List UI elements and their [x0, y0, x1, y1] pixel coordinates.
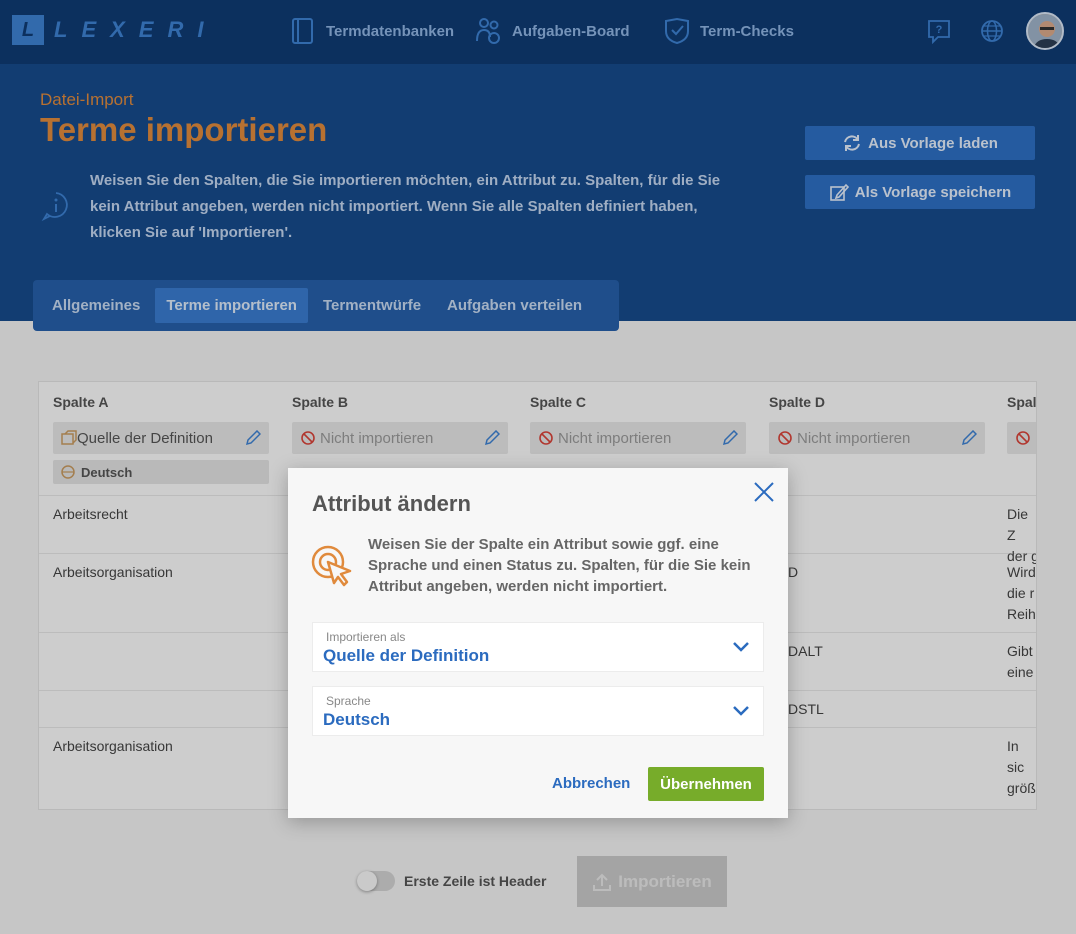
- attribute-dialog: Attribut ändern Weisen Sie der Spalte ei…: [288, 468, 788, 818]
- dialog-text: Weisen Sie der Spalte ein Attribut sowie…: [368, 536, 751, 595]
- cancel-button[interactable]: Abbrechen: [552, 775, 630, 792]
- cursor-click-icon: [311, 545, 352, 587]
- dialog-title: Attribut ändern: [312, 491, 471, 516]
- select-label: Importieren als: [326, 630, 406, 644]
- chevron-down-icon: [733, 642, 749, 652]
- chevron-down-icon: [733, 706, 749, 716]
- apply-button[interactable]: Übernehmen: [648, 767, 764, 801]
- close-icon[interactable]: [752, 480, 776, 504]
- language-select[interactable]: Sprache Deutsch: [313, 687, 763, 735]
- select-value: Quelle der Definition: [323, 646, 490, 665]
- import-as-select[interactable]: Importieren als Quelle der Definition: [313, 623, 763, 671]
- select-value: Deutsch: [323, 710, 391, 729]
- select-label: Sprache: [326, 694, 371, 708]
